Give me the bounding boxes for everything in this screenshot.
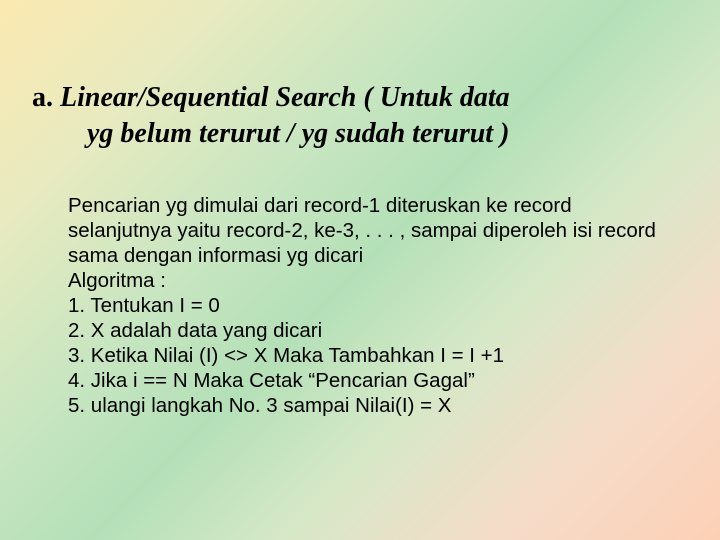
body-step-3: 3. Ketika Nilai (I) <> X Maka Tambahkan … xyxy=(68,343,660,368)
slide: a. Linear/Sequential Search ( Untuk data… xyxy=(0,0,720,540)
body-paragraph: Pencarian yg dimulai dari record-1 diter… xyxy=(68,193,660,268)
body-step-4: 4. Jika i == N Maka Cetak “Pencarian Gag… xyxy=(68,368,660,393)
heading-prefix: a. xyxy=(32,82,53,113)
heading-line2: yg belum terurut / yg sudah terurut ) xyxy=(32,116,680,152)
body-step-1: 1. Tentukan I = 0 xyxy=(68,293,660,318)
heading-line1: Linear/Sequential Search ( Untuk data xyxy=(53,82,510,113)
body-algo-label: Algoritma : xyxy=(68,268,660,293)
slide-heading: a. Linear/Sequential Search ( Untuk data… xyxy=(0,0,720,153)
slide-body: Pencarian yg dimulai dari record-1 diter… xyxy=(0,153,720,418)
body-step-5: 5. ulangi langkah No. 3 sampai Nilai(I) … xyxy=(68,393,660,418)
body-step-2: 2. X adalah data yang dicari xyxy=(68,318,660,343)
